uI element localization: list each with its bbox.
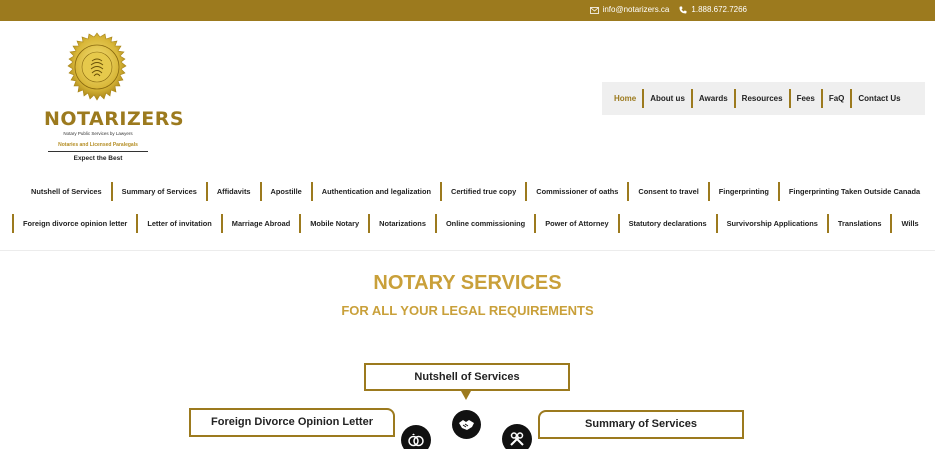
service-link-letter-invitation[interactable]: Letter of invitation (136, 214, 220, 233)
service-link-consent-travel[interactable]: Consent to travel (627, 182, 707, 201)
page-title: NOTARY SERVICES (373, 272, 562, 294)
email-text: info@notarizers.ca (602, 5, 670, 14)
service-link-online-commissioning[interactable]: Online commissioning (434, 214, 534, 233)
service-link-power-attorney[interactable]: Power of Attorney (534, 214, 617, 233)
nav-contact-us[interactable]: Contact Us (852, 89, 906, 108)
service-link-foreign-divorce[interactable]: Foreign divorce opinion letter (12, 214, 136, 233)
nutshell-services-box[interactable]: Nutshell of Services (364, 363, 570, 391)
service-link-summary[interactable]: Summary of Services (110, 182, 206, 201)
brand-name: NOTARIZERS (44, 108, 185, 130)
email-link[interactable]: info@notarizers.ca (589, 4, 670, 16)
tools-icon[interactable] (502, 424, 532, 449)
service-link-apostille[interactable]: Apostille (259, 182, 311, 201)
summary-services-box[interactable]: Summary of Services (538, 410, 744, 439)
brand-slogan: Expect the Best (73, 155, 123, 162)
nav-fees[interactable]: Fees (791, 89, 823, 108)
service-link-notarizations[interactable]: Notarizations (368, 214, 435, 233)
envelope-icon (589, 6, 599, 14)
service-link-mobile-notary[interactable]: Mobile Notary (299, 214, 368, 233)
site-logo[interactable]: NOTARIZERS Notary Public Services by Law… (38, 30, 185, 170)
service-link-certified-copy[interactable]: Certified true copy (439, 182, 525, 201)
services-nav-row-1: Nutshell of Services Summary of Services… (22, 182, 929, 201)
brand-tagline: Notary Public Services by Lawyers (63, 131, 133, 136)
service-link-commissioner[interactable]: Commissioner of oaths (525, 182, 627, 201)
handshake-icon[interactable] (452, 410, 481, 439)
header-divider (0, 250, 935, 251)
phone-text: 1.888.672.7266 (691, 5, 747, 14)
brand-subtagline: Notaries and Licensed Paralegals (58, 142, 138, 148)
nav-home[interactable]: Home (608, 89, 645, 108)
service-link-translations[interactable]: Translations (826, 214, 891, 233)
brand-divider (48, 151, 148, 152)
service-link-fingerprinting-outside[interactable]: Fingerprinting Taken Outside Canada (777, 182, 929, 201)
services-nav-row-2: Foreign divorce opinion letter Letter of… (12, 214, 928, 233)
page-subtitle: FOR ALL YOUR LEGAL REQUIREMENTS (341, 303, 594, 318)
main-nav: Home About us Awards Resources Fees FaQ … (602, 82, 925, 115)
service-link-statutory[interactable]: Statutory declarations (617, 214, 716, 233)
top-bar: info@notarizers.ca 1.888.672.7266 (0, 0, 935, 21)
service-link-fingerprinting[interactable]: Fingerprinting (707, 182, 778, 201)
nav-about-us[interactable]: About us (644, 89, 693, 108)
contact-info: info@notarizers.ca 1.888.672.7266 (589, 4, 747, 16)
service-link-affidavits[interactable]: Affidavits (205, 182, 260, 201)
arrow-down-icon (461, 391, 471, 400)
service-link-marriage-abroad[interactable]: Marriage Abroad (220, 214, 299, 233)
notary-seal-icon (67, 32, 127, 101)
service-link-wills[interactable]: Wills (890, 214, 927, 233)
service-link-survivorship[interactable]: Survivorship Applications (715, 214, 827, 233)
service-link-authentication[interactable]: Authentication and legalization (310, 182, 440, 201)
foreign-divorce-box[interactable]: Foreign Divorce Opinion Letter (189, 408, 395, 437)
phone-icon (679, 6, 687, 14)
nav-awards[interactable]: Awards (693, 89, 736, 108)
nav-faq[interactable]: FaQ (823, 89, 853, 108)
rings-icon[interactable] (401, 425, 431, 449)
phone-link[interactable]: 1.888.672.7266 (679, 4, 747, 16)
service-link-nutshell[interactable]: Nutshell of Services (22, 182, 111, 201)
nav-resources[interactable]: Resources (736, 89, 791, 108)
